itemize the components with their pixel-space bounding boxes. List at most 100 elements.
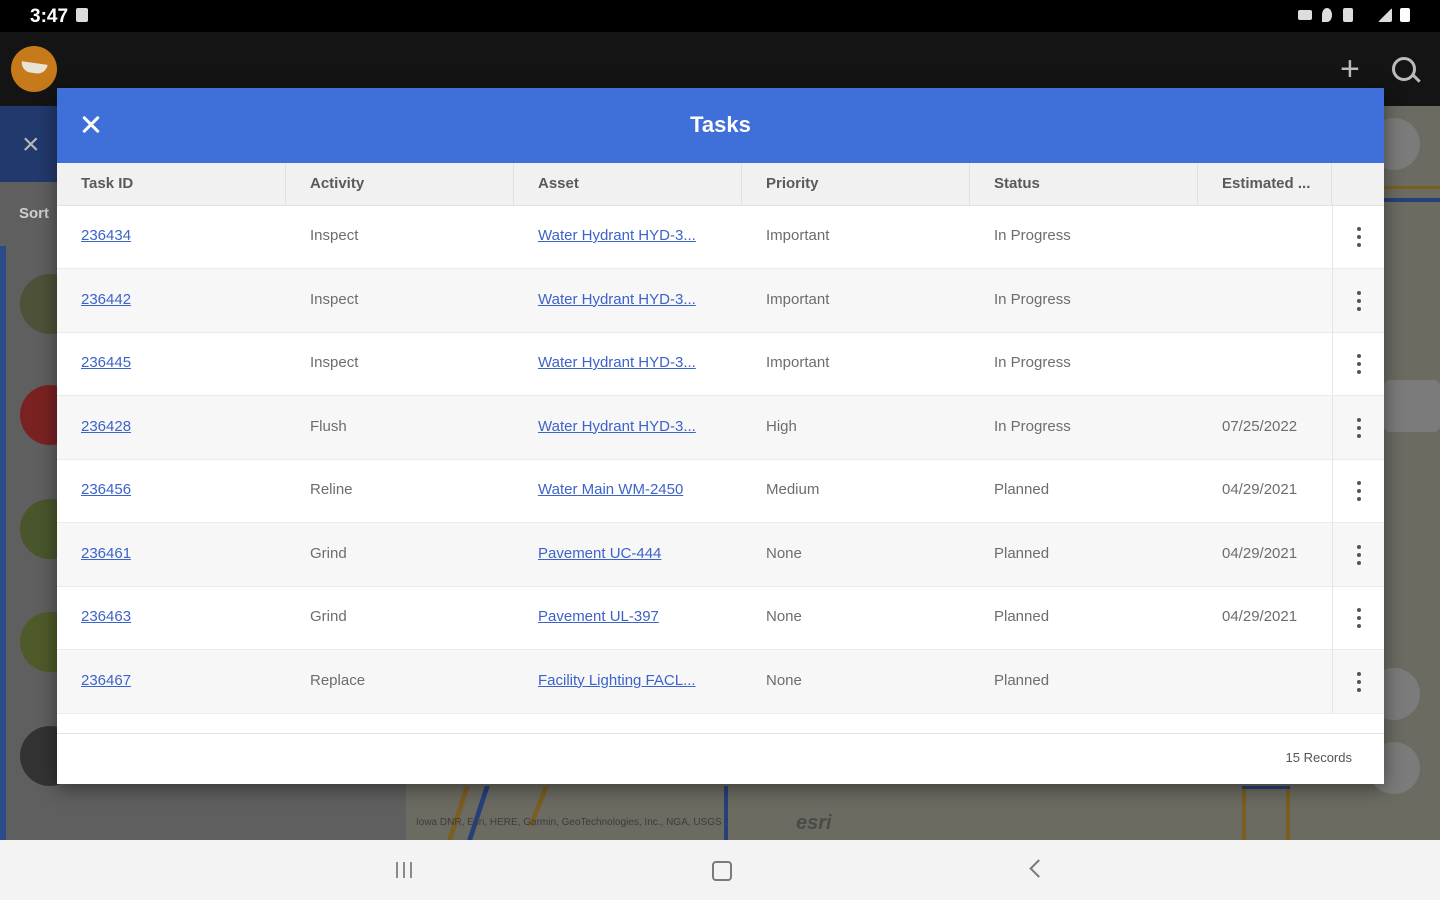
table-row[interactable]: 236456 Reline Water Main WM-2450 Medium Plan… [57, 459, 1384, 523]
table-body: 236434 Inspect Water Hydrant HYD-3... Impor… [57, 205, 1384, 733]
table-row[interactable]: 236434 Inspect Water Hydrant HYD-3... Impor… [57, 205, 1384, 269]
cell-asset[interactable]: Facility Lighting FACL... [514, 650, 714, 713]
more-vert-icon[interactable] [1332, 522, 1384, 586]
recent-apps-icon[interactable] [396, 862, 414, 878]
cell-activity: Grind [310, 544, 347, 562]
dot [1357, 544, 1361, 549]
column-header-status[interactable]: Status [970, 163, 1198, 205]
signal-icon [1378, 8, 1392, 22]
dot [1357, 560, 1361, 565]
cell-task-id[interactable]: 236463 [57, 586, 286, 649]
cell-task-id[interactable]: 236445 [57, 332, 286, 395]
sort-label[interactable]: Sort [19, 205, 49, 222]
cell-estimated: 04/29/2021 [1222, 544, 1298, 562]
more-vert-icon[interactable] [1332, 586, 1384, 649]
app-logo [11, 46, 57, 92]
cell-activity: Inspect [310, 227, 359, 244]
table-row[interactable]: 236463 Grind Pavement UL-397 None Planned 04/… [57, 586, 1384, 650]
cell-status: Planned [994, 481, 1050, 498]
dialog-header: Tasks [57, 88, 1384, 163]
cell-status: Planned [994, 671, 1050, 689]
back-icon[interactable] [1029, 859, 1048, 878]
more-vert-icon[interactable] [1332, 649, 1384, 713]
cell-asset[interactable]: Water Hydrant HYD-3... [514, 269, 714, 332]
status-bar: 3:47 [0, 0, 1440, 32]
cell-estimated [1198, 650, 1332, 713]
dot [1357, 425, 1361, 430]
cell-estimated [1198, 205, 1332, 268]
cell-asset[interactable]: Water Main WM-2450 [514, 459, 714, 522]
cell-priority: Important [766, 227, 830, 244]
cell-priority: None [766, 608, 802, 625]
cell-asset[interactable]: Pavement UL-397 [514, 586, 714, 649]
dot [1357, 243, 1361, 247]
dialog-footer: 15 Records [57, 733, 1384, 784]
cell-activity: Replace [310, 671, 366, 689]
cell-priority: Medium [766, 481, 820, 498]
table-row[interactable]: 236461 Grind Pavement UC-444 None Planned 04/… [57, 522, 1384, 587]
more-vert-icon[interactable] [1332, 205, 1384, 268]
location-icon [1322, 8, 1332, 22]
panel-close-icon[interactable]: × [22, 128, 40, 162]
column-header-task-id[interactable]: Task ID [57, 163, 286, 205]
dot [1357, 227, 1361, 231]
map-line [467, 786, 490, 840]
battery-icon [1400, 8, 1410, 22]
home-icon[interactable] [712, 861, 732, 881]
cell-status: Planned [994, 608, 1050, 625]
table-row[interactable]: 236445 Inspect Water Hydrant HYD-3... Impor… [57, 332, 1384, 396]
dot [1357, 679, 1361, 684]
cell-asset[interactable]: Pavement UC-444 [514, 523, 714, 586]
table-row[interactable]: 236442 Inspect Water Hydrant HYD-3... Impor… [57, 268, 1384, 333]
map-line [1242, 786, 1246, 840]
more-vert-icon[interactable] [1332, 332, 1384, 395]
cell-status: In Progress [994, 290, 1071, 308]
table-row[interactable]: 236428 Flush Water Hydrant HYD-3... High In … [57, 395, 1384, 460]
cell-task-id[interactable]: 236434 [57, 205, 286, 268]
cell-estimated: 04/29/2021 [1222, 481, 1298, 498]
cell-asset[interactable]: Water Hydrant HYD-3... [514, 396, 714, 459]
cell-activity: Reline [310, 481, 353, 498]
cell-priority: None [766, 544, 802, 562]
cell-asset[interactable]: Water Hydrant HYD-3... [514, 332, 714, 395]
dot [1357, 489, 1361, 493]
search-icon[interactable] [1392, 57, 1416, 81]
column-header-priority[interactable]: Priority [742, 163, 970, 205]
cell-asset[interactable]: Water Hydrant HYD-3... [514, 205, 714, 268]
layers-icon[interactable] [1384, 380, 1440, 432]
cell-task-id[interactable]: 236442 [57, 269, 286, 332]
cell-activity: Inspect [310, 354, 359, 371]
cell-activity: Grind [310, 608, 347, 625]
record-count: 15 Records [1285, 750, 1352, 765]
dot [1357, 616, 1361, 620]
cell-task-id[interactable]: 236456 [57, 459, 286, 522]
more-vert-icon[interactable] [1332, 395, 1384, 459]
mute-icon [1298, 10, 1312, 20]
map-line [724, 786, 728, 840]
dot [1357, 235, 1361, 239]
cell-priority: None [766, 671, 802, 689]
dot [1357, 433, 1361, 438]
dot [1357, 671, 1361, 676]
dot [1357, 552, 1361, 557]
map-line [1242, 786, 1290, 789]
dialog-title: Tasks [690, 112, 751, 137]
column-header-asset[interactable]: Asset [514, 163, 742, 205]
column-header-estimated[interactable]: Estimated ... [1198, 163, 1332, 205]
column-header-activity[interactable]: Activity [286, 163, 514, 205]
dot [1357, 290, 1361, 295]
more-vert-icon[interactable] [1332, 268, 1384, 332]
cell-priority: Important [766, 354, 830, 371]
table-row[interactable]: 236467 Replace Facility Lighting FACL... No… [57, 649, 1384, 714]
cell-estimated [1198, 332, 1332, 395]
cell-task-id[interactable]: 236428 [57, 396, 286, 459]
dot [1357, 481, 1361, 485]
dot [1357, 497, 1361, 501]
dot [1357, 306, 1361, 311]
plus-icon[interactable]: + [1340, 52, 1360, 86]
cell-task-id[interactable]: 236461 [57, 523, 286, 586]
cell-task-id[interactable]: 236467 [57, 650, 286, 713]
dot [1357, 370, 1361, 374]
more-vert-icon[interactable] [1332, 459, 1384, 522]
map-line [1286, 786, 1290, 840]
